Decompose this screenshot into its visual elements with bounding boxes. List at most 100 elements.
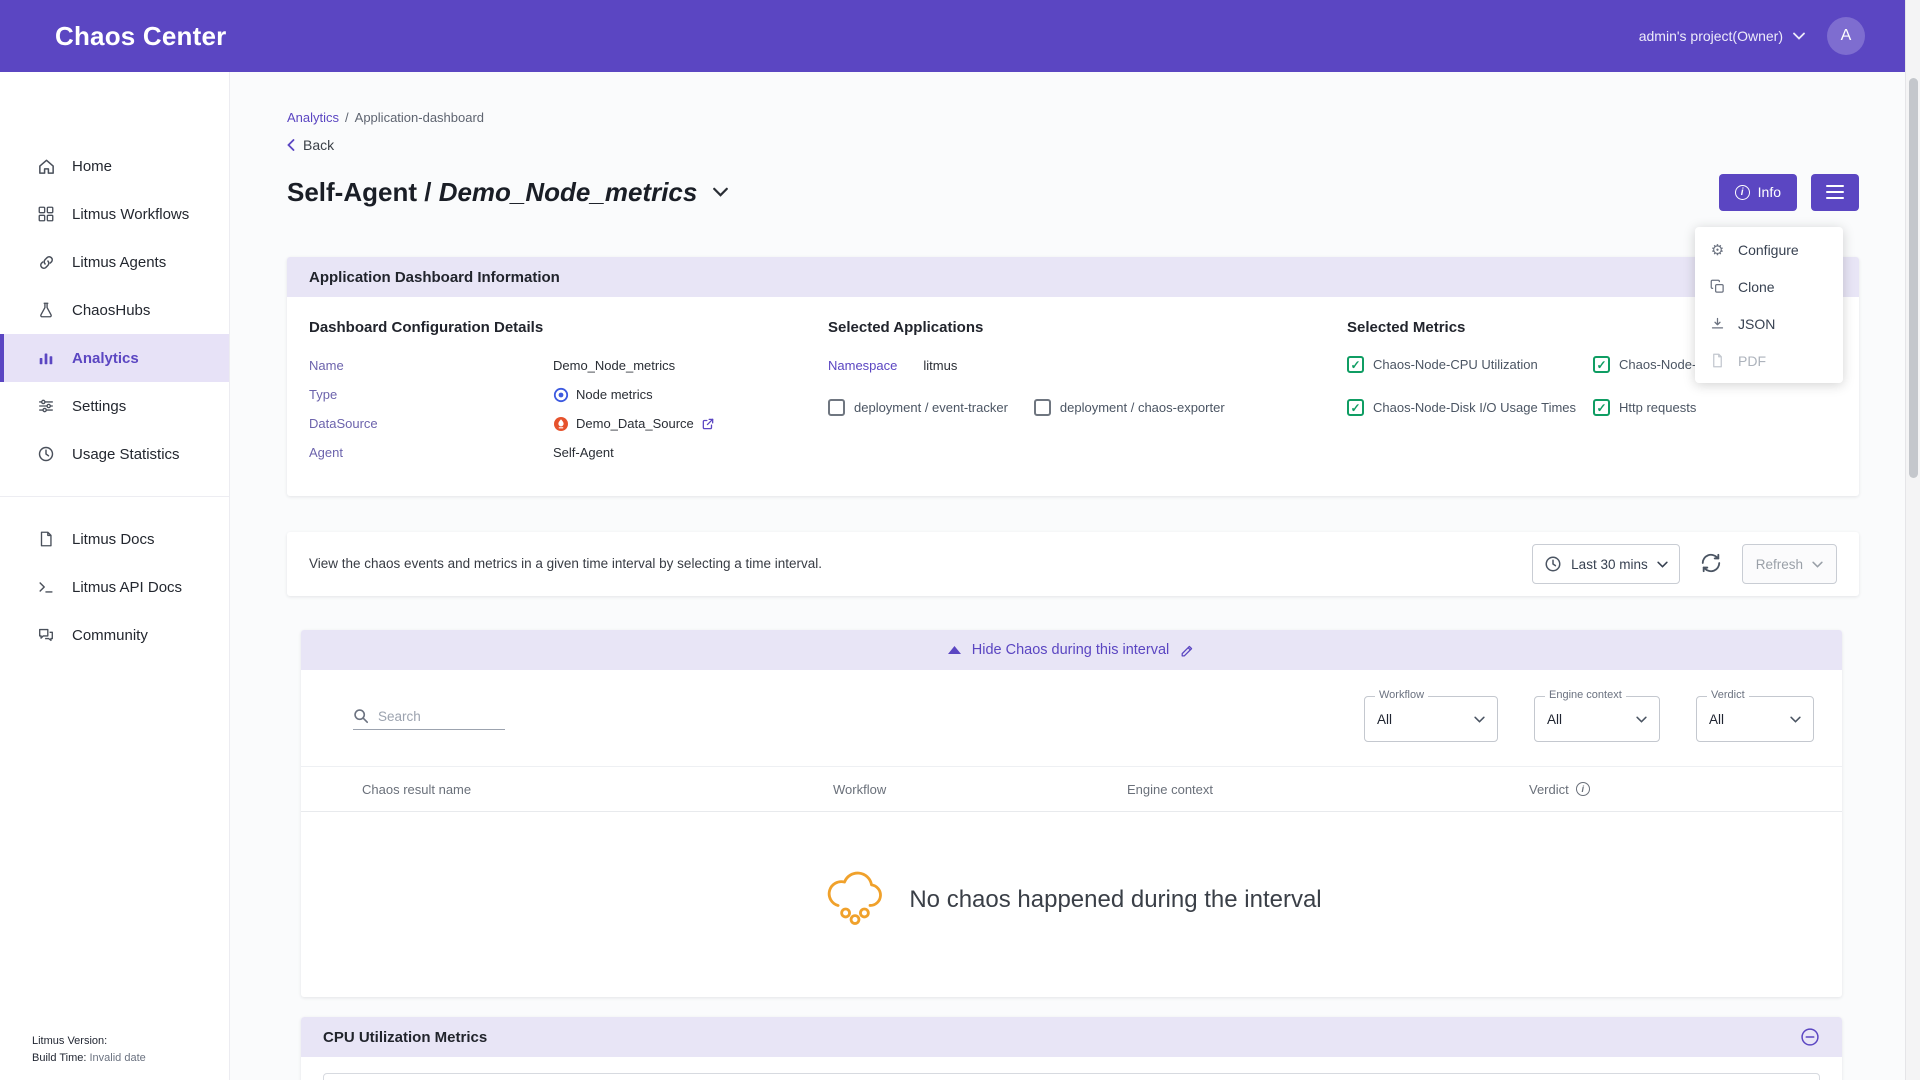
project-label: admin's project(Owner)	[1639, 28, 1783, 44]
topbar-right: admin's project(Owner) A	[1639, 17, 1865, 55]
avatar[interactable]: A	[1827, 17, 1865, 55]
litmus-version-label: Litmus Version:	[32, 1033, 146, 1050]
checkbox-event-tracker[interactable]: deployment / event-tracker	[828, 399, 1008, 416]
edit-pencil-icon[interactable]	[1180, 643, 1195, 658]
checkbox-unchecked-icon	[1034, 399, 1051, 416]
column-workflow: Workflow	[833, 782, 1127, 797]
sidebar-item-home[interactable]: Home	[0, 142, 229, 190]
collapse-minus-icon[interactable]	[1800, 1027, 1820, 1047]
chevron-down-icon	[1474, 716, 1485, 723]
menu-item-pdf[interactable]: PDF	[1695, 342, 1843, 379]
menu-item-label: Clone	[1738, 279, 1775, 295]
breadcrumb-analytics[interactable]: Analytics	[287, 110, 339, 125]
download-icon	[1709, 316, 1726, 331]
time-range-value: Last 30 mins	[1571, 557, 1648, 572]
checkbox-checked-icon	[1347, 356, 1364, 373]
config-row-type: Type Node metrics	[309, 385, 828, 404]
info-button[interactable]: i Info	[1719, 174, 1797, 211]
cpu-metrics-card: CPU Utilization Metrics	[301, 1017, 1842, 1080]
sidebar-item-label: Settings	[72, 398, 126, 415]
sidebar-item-label: Litmus API Docs	[72, 579, 182, 596]
sidebar-item-chaoshubs[interactable]: ChaosHubs	[0, 286, 229, 334]
more-options-button[interactable]	[1811, 174, 1859, 211]
chevron-down-icon	[1793, 32, 1805, 40]
empty-state-text: No chaos happened during the interval	[909, 886, 1321, 914]
external-link-icon[interactable]	[701, 417, 715, 431]
sync-button[interactable]	[1698, 550, 1724, 579]
checkbox-cpu-utilization[interactable]: Chaos-Node-CPU Utilization	[1347, 356, 1593, 373]
checkbox-unchecked-icon	[828, 399, 845, 416]
refresh-button[interactable]: Refresh	[1742, 544, 1837, 584]
sidebar-item-litmus-agents[interactable]: Litmus Agents	[0, 238, 229, 286]
hide-chaos-toggle[interactable]: Hide Chaos during this interval	[972, 642, 1169, 658]
sidebar-item-settings[interactable]: Settings	[0, 382, 229, 430]
checkbox-disk-io-times[interactable]: Chaos-Node-Disk I/O Usage Times	[1347, 399, 1593, 416]
sidebar-item-label: Analytics	[72, 350, 139, 367]
document-icon	[1709, 353, 1726, 368]
application-checkboxes: deployment / event-tracker deployment / …	[828, 399, 1347, 416]
app-title: Chaos Center	[55, 21, 226, 52]
options-dropdown-menu: ⚙ Configure Clone JSON PDF	[1695, 227, 1843, 383]
checkbox-chaos-exporter[interactable]: deployment / chaos-exporter	[1034, 399, 1225, 416]
sidebar-item-label: ChaosHubs	[72, 302, 150, 319]
dashboard-switcher-chevron-icon[interactable]	[713, 187, 728, 197]
info-button-label: Info	[1758, 184, 1781, 200]
sidebar-item-litmus-workflows[interactable]: Litmus Workflows	[0, 190, 229, 238]
chevron-down-icon	[1636, 716, 1647, 723]
sidebar-footer: Litmus Version: Build Time: Invalid date	[32, 1033, 146, 1066]
column-verdict: Verdict i	[1529, 782, 1842, 797]
breadcrumb-separator: /	[345, 110, 349, 125]
engine-context-filter-select[interactable]: Engine context All	[1534, 696, 1660, 742]
empty-state: No chaos happened during the interval	[301, 812, 1842, 997]
menu-item-configure[interactable]: ⚙ Configure	[1695, 231, 1843, 268]
menu-item-label: PDF	[1738, 353, 1766, 369]
sidebar-item-label: Community	[72, 627, 148, 644]
dashboard-info-card: Application Dashboard Information Dashbo…	[287, 257, 1859, 496]
sidebar-item-litmus-api-docs[interactable]: Litmus API Docs	[0, 563, 229, 611]
namespace-label[interactable]: Namespace	[828, 358, 897, 373]
chaos-filters: Workflow All Engine context All Verdict …	[1364, 696, 1814, 742]
workflow-filter-select[interactable]: Workflow All	[1364, 696, 1498, 742]
config-row-name: Name Demo_Node_metrics	[309, 356, 828, 375]
page-title: Self-Agent / Demo_Node_metrics	[287, 177, 697, 208]
dashboard-info-header: Application Dashboard Information	[287, 257, 1859, 297]
community-icon	[36, 625, 56, 645]
project-selector[interactable]: admin's project(Owner)	[1639, 28, 1805, 44]
gear-icon: ⚙	[1709, 241, 1726, 259]
chaoshub-icon	[36, 300, 56, 320]
vertical-scrollbar[interactable]	[1905, 0, 1920, 1080]
sidebar-item-label: Home	[72, 158, 112, 175]
checkbox-checked-icon	[1593, 356, 1610, 373]
config-row-datasource: DataSource Demo_Data_Source	[309, 414, 828, 433]
back-button[interactable]: Back	[287, 136, 1859, 154]
menu-item-json[interactable]: JSON	[1695, 305, 1843, 342]
node-metrics-icon	[553, 387, 569, 403]
menu-item-label: Configure	[1738, 242, 1799, 258]
verdict-filter-select[interactable]: Verdict All	[1696, 696, 1814, 742]
sidebar-item-community[interactable]: Community	[0, 611, 229, 659]
time-range-select[interactable]: Last 30 mins	[1532, 544, 1680, 584]
interval-description: View the chaos events and metrics in a g…	[309, 554, 869, 574]
settings-icon	[36, 396, 56, 416]
page-title-agent: Self-Agent /	[287, 177, 431, 207]
sidebar-item-litmus-docs[interactable]: Litmus Docs	[0, 515, 229, 563]
menu-item-clone[interactable]: Clone	[1695, 268, 1843, 305]
verdict-info-icon[interactable]: i	[1576, 782, 1590, 796]
clone-icon	[1709, 279, 1726, 294]
sidebar-item-analytics[interactable]: Analytics	[0, 334, 229, 382]
home-icon	[36, 156, 56, 176]
search-input[interactable]	[378, 709, 488, 724]
scrollbar-thumb[interactable]	[1909, 78, 1918, 478]
dashboard-info-body: Dashboard Configuration Details Name Dem…	[287, 297, 1859, 496]
api-docs-icon	[36, 577, 56, 597]
time-interval-bar: View the chaos events and metrics in a g…	[287, 532, 1859, 596]
topbar: Chaos Center admin's project(Owner) A	[0, 0, 1920, 72]
collapse-caret-icon[interactable]	[948, 646, 961, 654]
cpu-metrics-header: CPU Utilization Metrics	[301, 1017, 1842, 1057]
sidebar-item-usage-statistics[interactable]: Usage Statistics	[0, 430, 229, 478]
analytics-icon	[36, 348, 56, 368]
cpu-metrics-title: CPU Utilization Metrics	[323, 1029, 487, 1046]
cloud-icon	[821, 866, 889, 933]
checkbox-http-requests[interactable]: Http requests	[1593, 399, 1859, 416]
docs-icon	[36, 529, 56, 549]
